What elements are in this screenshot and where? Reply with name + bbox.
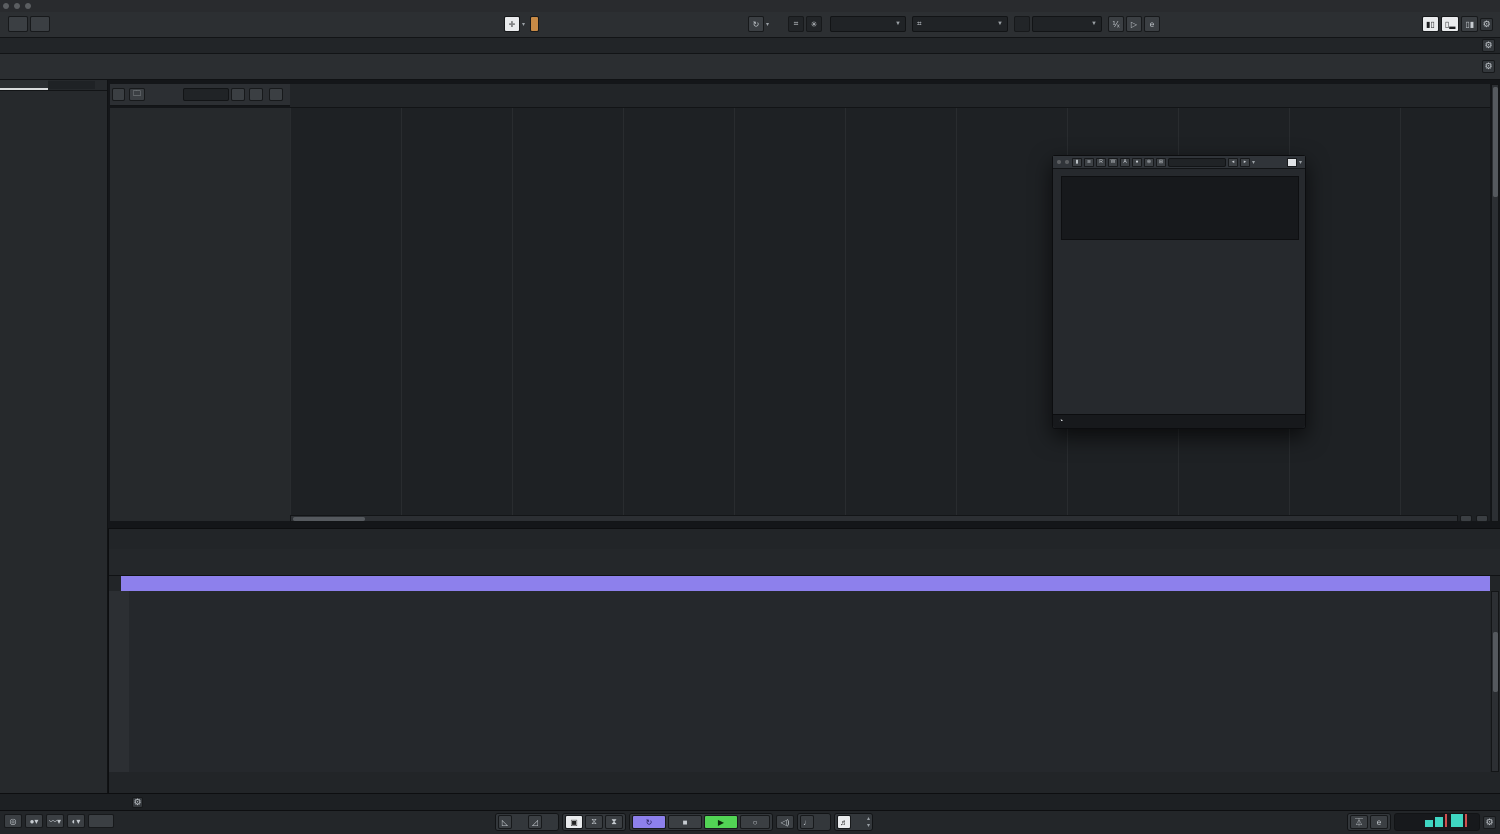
transport-buttons: ↻ ■ ▶ ○ <box>629 813 773 831</box>
tab-inspector[interactable] <box>0 80 48 90</box>
metronome-setup-button[interactable]: e <box>1370 815 1388 829</box>
snap-button[interactable]: ⌗ <box>788 16 804 32</box>
window-minimize-button[interactable] <box>14 3 20 9</box>
plugin-activate-button[interactable]: ▮ <box>1072 157 1082 167</box>
quantize-icon <box>1014 16 1030 32</box>
audiowarp-quantize-button[interactable]: ▷ <box>1126 16 1142 32</box>
master-meter <box>1394 813 1480 831</box>
transport-setup-gear-icon[interactable]: ⚙ <box>1483 815 1496 829</box>
editor-ruler[interactable] <box>121 576 1490 591</box>
editor-vscrollbar[interactable] <box>1491 591 1499 772</box>
time-format-icon[interactable]: ♩ <box>800 815 814 829</box>
goto-right-locator-button[interactable]: ◿ <box>528 815 542 829</box>
grid-type-select[interactable]: ▼ <box>830 16 906 32</box>
lower-zone-toggle[interactable]: ▯▂ <box>1440 16 1460 32</box>
auto-scroll-button[interactable]: ↻ <box>748 16 764 32</box>
squasher-plugin-window: ▮ ≋ R W A ● ⊜ ⊞ ◂ ▸ ▾ ▾ ◔ <box>1052 155 1306 429</box>
punch-group: ▣ ⧖ ⧗ <box>562 813 626 831</box>
project-toolbar: ✛ ▾ ↻ ▾ ⌗ ✳ ▼ ⌗ ▼ ▼ ⅟ₓ ▷ e ▮▯ ▯▂ ▯▮ ⚙ <box>0 12 1500 38</box>
punch-lock-button[interactable]: ▣ <box>565 815 583 829</box>
glue-mode-select[interactable]: ◐▾ <box>67 814 85 828</box>
plugin-spectrum-display[interactable] <box>1061 176 1299 240</box>
inspector-panel <box>0 80 108 810</box>
event-display[interactable] <box>290 108 1490 521</box>
toolbar-setup-gear-icon[interactable]: ⚙ <box>1480 17 1494 31</box>
acoustic-feedback-button[interactable] <box>88 814 114 828</box>
cycle-button[interactable]: ↻ <box>632 815 666 829</box>
pre-roll-icon[interactable]: ◁) <box>776 815 794 829</box>
zone-tabs-row: ⚙ <box>0 793 1500 810</box>
add-track-button[interactable] <box>112 88 125 101</box>
window-close-button[interactable] <box>3 3 9 9</box>
preset-next-button[interactable]: ▸ <box>1240 157 1250 167</box>
plugin-titlebar[interactable]: ▮ ≋ R W A ● ⊜ ⊞ ◂ ▸ ▾ ▾ <box>1053 156 1305 169</box>
cubase-project-window: { "toolbar": { "undo_icon": "↶", "redo_i… <box>0 0 1500 834</box>
track-list-header: 🗀 <box>110 84 290 106</box>
vertical-scrollbar[interactable] <box>1491 84 1499 522</box>
quantize-panel-button[interactable]: e <box>1144 16 1160 32</box>
track-search-icon[interactable] <box>269 88 283 101</box>
variaudio-pitch-icon[interactable]: ◎ <box>4 814 22 828</box>
right-zone-toggle[interactable]: ▯▮ <box>1461 16 1479 32</box>
lower-zone-setup-gear-icon[interactable]: ⚙ <box>132 796 143 808</box>
titlebar <box>0 0 1500 12</box>
goto-left-locator-button[interactable]: ◺ <box>498 815 512 829</box>
sample-editor-toolbar <box>109 531 1500 549</box>
tempo-group: ♬ ▴ ▾ <box>834 813 874 831</box>
project-status-line: ⚙ <box>0 38 1500 54</box>
snap-type-icon[interactable]: ✳ <box>806 16 822 32</box>
editor-keyboard[interactable] <box>109 591 129 772</box>
zoom-controls[interactable] <box>1460 515 1490 522</box>
track-grid-button[interactable] <box>249 88 263 101</box>
plugin-read-button[interactable]: R <box>1096 157 1106 167</box>
punch-in-button[interactable]: ⧖ <box>585 815 603 829</box>
project-ruler[interactable] <box>290 84 1490 108</box>
segment-color-select[interactable]: ●▾ <box>25 814 43 828</box>
track-list <box>110 108 290 521</box>
sample-editor-info-line <box>109 549 1500 576</box>
horizontal-scrollbar[interactable] <box>290 515 1458 522</box>
transport-bar: ◎ ●▾ 〰▾ ◐▾ ◺ ◿ ▣ ⧖ ⧗ ↻ ■ ▶ ○ ◁) ♩ ♬ ▴ ▾ … <box>0 810 1500 834</box>
event-info-line: ⚙ <box>0 54 1500 80</box>
track-preset-button[interactable]: 🗀 <box>129 88 145 101</box>
undo-button[interactable] <box>8 16 28 32</box>
tab-visibility[interactable] <box>47 81 95 89</box>
plugin-onoff-switch[interactable] <box>1286 157 1297 167</box>
steinberg-logo: ◔ <box>1059 418 1064 425</box>
stop-button[interactable]: ■ <box>668 815 702 829</box>
preset-prev-button[interactable]: ◂ <box>1228 157 1238 167</box>
plugin-menu-icon[interactable]: ⊞ <box>1156 157 1166 167</box>
plugin-ab-button[interactable]: A <box>1120 157 1130 167</box>
home-zoom-button[interactable] <box>231 88 245 101</box>
plugin-copy-button[interactable]: ● <box>1132 157 1142 167</box>
tool-modifier[interactable] <box>530 16 540 32</box>
redo-button[interactable] <box>30 16 50 32</box>
plugin-write-button[interactable]: W <box>1108 157 1118 167</box>
smart-controls-select[interactable]: 〰▾ <box>46 814 64 828</box>
preset-dropdown-icon[interactable]: ▾ <box>1252 159 1255 166</box>
tempo-stepper[interactable]: ▴ ▾ <box>867 815 870 829</box>
record-button[interactable]: ○ <box>740 815 770 829</box>
metronome-button[interactable]: ⏄ <box>1350 815 1368 829</box>
iterative-quantize-button[interactable]: ⅟ₓ <box>1108 16 1124 32</box>
variaudio-editor[interactable] <box>129 591 1490 772</box>
plugin-bypass-button[interactable]: ≋ <box>1084 157 1094 167</box>
locator-group: ◺ ◿ <box>495 813 559 831</box>
tempo-track-icon[interactable]: ♬ <box>837 815 851 829</box>
info-line-gear-icon[interactable]: ⚙ <box>1482 60 1495 73</box>
lower-zone-editor <box>108 528 1500 794</box>
close-lower-zone-button[interactable] <box>112 794 124 811</box>
plugin-preset-select[interactable] <box>1168 157 1226 167</box>
plugin-preset-prev-icon[interactable]: ⊜ <box>1144 157 1154 167</box>
status-line-gear-icon[interactable]: ⚙ <box>1482 39 1495 52</box>
quantize-value-select[interactable]: ▼ <box>1032 16 1102 32</box>
track-visibility-counter <box>183 88 229 101</box>
position-group: ♩ <box>797 813 831 831</box>
move-tool-button[interactable]: ✛ <box>504 16 520 32</box>
window-zoom-button[interactable] <box>25 3 31 9</box>
play-button[interactable]: ▶ <box>704 815 738 829</box>
quantize-preset-select[interactable]: ⌗ ▼ <box>912 16 1008 32</box>
left-zone-toggle[interactable]: ▮▯ <box>1422 16 1439 32</box>
punch-out-button[interactable]: ⧗ <box>605 815 623 829</box>
